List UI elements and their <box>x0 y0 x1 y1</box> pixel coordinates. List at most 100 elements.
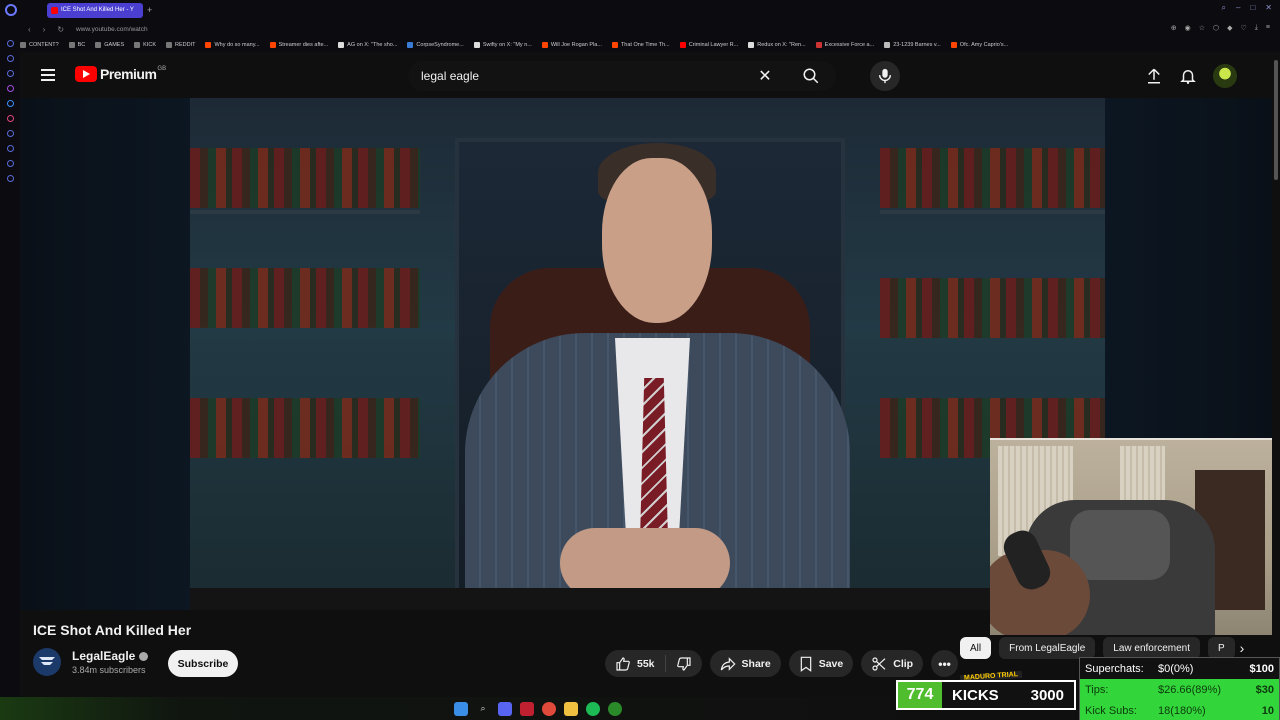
spotify-icon[interactable] <box>586 701 600 716</box>
bookmark-item[interactable]: 23-1239 Barnes v... <box>884 42 941 48</box>
bookmark-item[interactable]: KICK <box>134 42 156 48</box>
reload-icon[interactable]: ↻ <box>57 25 64 34</box>
bookmark-item[interactable]: Why do so many... <box>205 42 260 48</box>
chip-all[interactable]: All <box>960 637 992 659</box>
sidebar-app-icon[interactable] <box>6 70 14 77</box>
reddit-icon <box>269 42 276 48</box>
discord-icon[interactable] <box>498 701 512 716</box>
x-icon <box>338 42 345 48</box>
chip-from-legaleagle[interactable]: From LegalEagle <box>999 637 1096 659</box>
shield-icon[interactable]: ◆ <box>1227 24 1232 32</box>
sidebar-app-icon[interactable] <box>6 40 14 47</box>
maximize-icon[interactable]: □ <box>1250 3 1255 13</box>
search-input[interactable]: legal eagle <box>421 69 754 83</box>
sidebar-app-icon[interactable] <box>6 85 14 92</box>
taskbar-search-icon[interactable]: ⌕ <box>476 702 490 716</box>
bookmark-item[interactable]: CorpseSyndrome... <box>407 42 464 48</box>
bookshelf-image <box>190 268 420 328</box>
upload-icon[interactable] <box>1145 67 1163 85</box>
bookmark-star-icon[interactable]: ☆ <box>1199 24 1205 32</box>
file-explorer-icon[interactable] <box>564 701 578 716</box>
share-button[interactable]: Share <box>709 650 781 677</box>
channel-name: LegalEagle <box>72 649 136 663</box>
clear-search-icon[interactable]: ✕ <box>754 66 776 86</box>
bookmark-item[interactable]: REDDIT <box>166 42 195 48</box>
bookmark-item[interactable]: AG on X: "The sho... <box>338 42 397 48</box>
chip-law-enforcement[interactable]: Law enforcement <box>1103 637 1200 659</box>
folder-icon <box>95 42 102 48</box>
camera-icon[interactable]: ◉ <box>1185 24 1191 32</box>
extension-icons: ⊕ ◉ ☆ ⬡ ◆ ♡ ⤓ ≡ <box>1171 24 1270 32</box>
minimize-icon[interactable]: – <box>1236 3 1240 13</box>
nav-buttons: ‹ › ↻ <box>28 25 64 34</box>
video-player[interactable] <box>190 98 1105 610</box>
subscriber-count: 3.84m subscribers <box>72 665 146 675</box>
gaming-chair-logo <box>1070 510 1170 580</box>
chips-next-chevron-icon[interactable]: › <box>1230 637 1254 659</box>
heart-icon[interactable]: ♡ <box>1241 24 1247 32</box>
zoom-icon[interactable]: ⊕ <box>1171 24 1177 32</box>
sidebar-app-icon[interactable] <box>6 160 14 167</box>
tab-active[interactable]: ICE Shot And Killed Her - Y <box>47 2 143 18</box>
back-icon[interactable]: ‹ <box>28 25 31 34</box>
search-tabs-icon[interactable]: ⌕ <box>1222 3 1226 13</box>
bookmark-item[interactable]: Ofc. Amy Caprio's... <box>950 42 1008 48</box>
voice-search-button[interactable] <box>870 61 900 91</box>
bookmark-item[interactable]: BC <box>68 42 85 48</box>
share-icon <box>720 656 736 671</box>
bookmark-item[interactable]: CONTENT? <box>20 42 59 48</box>
channel-avatar[interactable] <box>33 648 61 676</box>
bookmark-icon <box>800 656 811 672</box>
goal-value: $0(0%) <box>1158 662 1194 675</box>
bookmark-item[interactable]: That One Time Th... <box>611 42 670 48</box>
url-field[interactable]: www.youtube.com/watch <box>76 26 148 33</box>
sidebar-app-icon[interactable] <box>6 55 14 62</box>
folder-icon <box>20 42 26 48</box>
os-taskbar: ⌕ <box>0 697 896 720</box>
microphone-icon <box>878 68 892 84</box>
opera-icon[interactable] <box>520 701 534 716</box>
bookmark-item[interactable]: Excessive Force a... <box>815 42 874 48</box>
subscribe-button[interactable]: Subscribe <box>168 650 238 677</box>
bookmark-item[interactable]: Redux on X: "Ren... <box>748 42 806 48</box>
shelf-line <box>190 210 420 214</box>
messenger-icon[interactable] <box>6 100 14 107</box>
settings-icon[interactable] <box>6 175 14 182</box>
dislike-button[interactable] <box>666 656 702 672</box>
new-tab-icon[interactable]: + <box>147 5 152 15</box>
more-actions-button[interactable]: ••• <box>931 650 959 677</box>
bookshelf-image <box>880 278 1105 338</box>
goal-row-tips: Tips: $26.66(89%) $30 <box>1080 679 1279 700</box>
browser-sidebar <box>0 20 20 700</box>
settings-icon[interactable]: ≡ <box>1266 24 1270 32</box>
page-scrollbar[interactable] <box>1272 52 1280 697</box>
search-button[interactable] <box>786 61 836 91</box>
bookmark-item[interactable]: Criminal Lawyer R... <box>679 42 738 48</box>
windows-start-icon[interactable] <box>454 701 468 716</box>
close-window-icon[interactable]: ✕ <box>1265 3 1272 13</box>
forward-icon[interactable]: › <box>43 25 46 34</box>
account-avatar[interactable] <box>1213 64 1237 88</box>
instagram-icon[interactable] <box>6 115 14 122</box>
bookmark-item[interactable]: Swifty on X: "My n... <box>473 42 532 48</box>
menu-icon[interactable] <box>41 69 55 81</box>
browser-logo-icon[interactable] <box>5 4 17 16</box>
chrome-icon[interactable] <box>542 701 556 716</box>
sidebar-app-icon[interactable] <box>6 145 14 152</box>
notifications-bell-icon[interactable] <box>1179 67 1197 85</box>
scrollbar-thumb[interactable] <box>1274 60 1278 180</box>
bookmark-item[interactable]: Streamer dies afte... <box>269 42 328 48</box>
download-icon[interactable]: ⤓ <box>1255 24 1258 32</box>
clip-button[interactable]: Clip <box>861 650 924 677</box>
bookmark-item[interactable]: GAMES <box>95 42 124 48</box>
extension-icon[interactable]: ⬡ <box>1213 24 1219 32</box>
save-button[interactable]: Save <box>788 650 854 677</box>
xbox-icon[interactable] <box>608 701 622 716</box>
like-button[interactable]: 55k <box>605 655 666 672</box>
kicks-goal-widget: 774 KICKS 3000 <box>896 680 1076 710</box>
channel-name-row[interactable]: LegalEagle <box>72 649 149 663</box>
logo-text: Premium <box>100 66 157 82</box>
bookmark-item[interactable]: Will Joe Rogan Pla... <box>541 42 602 48</box>
sidebar-app-icon[interactable] <box>6 130 14 137</box>
youtube-logo[interactable]: Premium GB <box>75 66 166 82</box>
